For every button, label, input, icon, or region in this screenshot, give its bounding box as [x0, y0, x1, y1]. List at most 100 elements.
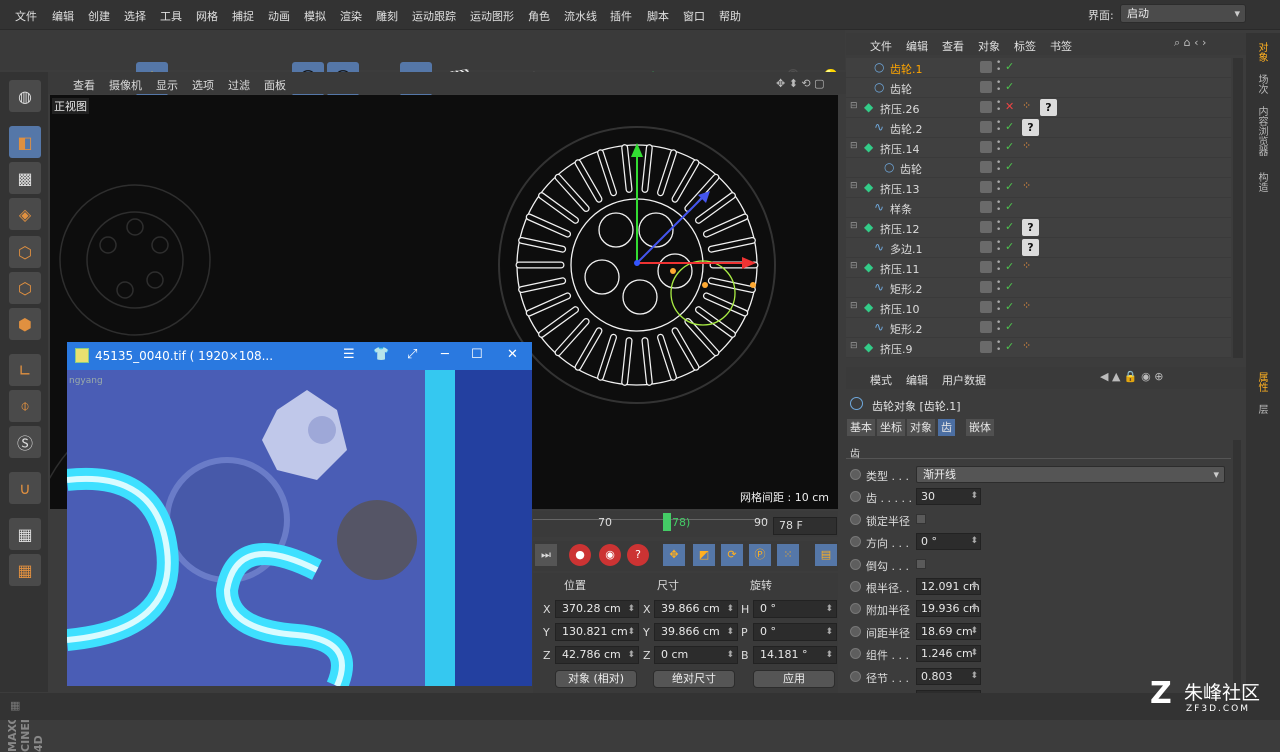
visibility-dots-icon[interactable]: • •	[996, 119, 1001, 135]
model-mode-icon[interactable]: ◧	[9, 126, 41, 158]
object-row[interactable]: ○ 齿轮 • • ✓	[846, 158, 1231, 178]
coord-mode-select[interactable]: 对象 (相对)	[555, 670, 637, 688]
image-window-titlebar[interactable]: 45135_0040.tif ( 1920×108... ☰ 👕 ⤢ ─ ☐ ✕	[67, 342, 532, 370]
object-name[interactable]: 挤压.11	[880, 261, 920, 277]
object-row[interactable]: ⊟ ◆ 挤压.13 • • ✓ ⁘	[846, 178, 1231, 198]
object-name[interactable]: 齿轮.2	[890, 121, 923, 137]
layer-box[interactable]	[980, 301, 992, 313]
menu-plugins[interactable]: 插件	[610, 8, 632, 24]
side-tab-structure[interactable]: 构造	[1254, 172, 1269, 192]
om-menu-file[interactable]: 文件	[870, 38, 892, 54]
tag-icon[interactable]: ⁘	[1022, 299, 1038, 315]
enabled-check-icon[interactable]: ✓	[1005, 160, 1014, 173]
key-parameter-icon[interactable]: Ⓟ	[749, 544, 771, 566]
polygons-mode-icon[interactable]: ⬢	[9, 308, 41, 340]
layer-box[interactable]	[980, 161, 992, 173]
animate-radio-icon[interactable]	[850, 648, 861, 660]
expand-icon[interactable]: ⊟	[850, 181, 858, 191]
layer-box[interactable]	[980, 241, 992, 253]
attr-nav-icon[interactable]: ◀ ▲ 🔒 ◉ ⊕	[1100, 370, 1163, 383]
tab-basic[interactable]: 基本	[847, 419, 875, 436]
visibility-dots-icon[interactable]: • •	[996, 259, 1001, 275]
object-name[interactable]: 挤压.26	[880, 101, 920, 117]
fullscreen-icon[interactable]: ⤢	[407, 347, 417, 362]
menu-simulate[interactable]: 模拟	[304, 8, 326, 24]
om-search-icon[interactable]: ⌕ ⌂ ‹ ›	[1174, 36, 1206, 50]
menu-tools[interactable]: 工具	[160, 8, 182, 24]
autokey-icon[interactable]: ◉	[599, 544, 621, 566]
size-z-field[interactable]: 0 cm	[654, 646, 738, 664]
tag-icon[interactable]: ⁘	[1022, 179, 1038, 195]
object-row[interactable]: ⊟ ◆ 挤压.10 • • ✓ ⁘	[846, 298, 1231, 318]
attribute-value-field[interactable]: 30	[916, 488, 981, 506]
rot-p-field[interactable]: 0 °	[753, 623, 837, 641]
unknown-tag-icon[interactable]: ?	[1022, 239, 1039, 256]
enabled-check-icon[interactable]: ✓	[1005, 80, 1014, 93]
animate-radio-icon[interactable]	[850, 558, 861, 570]
menu-icon[interactable]: ☰	[343, 347, 355, 362]
menu-create[interactable]: 创建	[88, 8, 110, 24]
attribute-value-field[interactable]: 18.69 cm	[916, 622, 981, 640]
tag-icon[interactable]: ⁘	[1022, 259, 1038, 275]
object-name[interactable]: 挤压.12	[880, 221, 920, 237]
attribute-value-field[interactable]: 12.091 cm	[916, 578, 981, 595]
object-row[interactable]: ⊟ ◆ 挤压.9 • • ✓ ⁘	[846, 338, 1231, 358]
tweak-mode-icon[interactable]: ⌽	[9, 390, 41, 422]
object-name[interactable]: 挤压.10	[880, 301, 920, 317]
maximize-icon[interactable]: ☐	[471, 347, 483, 362]
tab-embed[interactable]: 嵌体	[966, 419, 994, 436]
side-tab-content-browser[interactable]: 内容浏览器	[1254, 106, 1269, 156]
layer-box[interactable]	[980, 341, 992, 353]
vp-menu-panel[interactable]: 面板	[264, 77, 286, 93]
menu-sculpt[interactable]: 雕刻	[376, 8, 398, 24]
object-row[interactable]: ⊟ ◆ 挤压.26 • • ✕ ⁘?	[846, 98, 1231, 118]
menu-file[interactable]: 文件	[15, 8, 37, 24]
object-name[interactable]: 矩形.2	[890, 321, 923, 337]
menu-help[interactable]: 帮助	[719, 8, 741, 24]
enabled-check-icon[interactable]: ✓	[1005, 200, 1014, 213]
animate-radio-icon[interactable]	[850, 670, 861, 682]
enabled-check-icon[interactable]: ✓	[1005, 260, 1014, 273]
size-y-field[interactable]: 39.866 cm	[654, 623, 738, 641]
keyframe-selection-icon[interactable]: ?	[627, 544, 649, 566]
visibility-dots-icon[interactable]: • •	[996, 319, 1001, 335]
size-x-field[interactable]: 39.866 cm	[654, 600, 738, 618]
unknown-tag-icon[interactable]: ?	[1022, 119, 1039, 136]
object-row[interactable]: ⊟ ◆ 挤压.11 • • ✓ ⁘	[846, 258, 1231, 278]
object-row[interactable]: ○ 齿轮 • • ✓	[846, 78, 1231, 98]
menu-edit[interactable]: 编辑	[52, 8, 74, 24]
vp-menu-display[interactable]: 显示	[156, 77, 178, 93]
expand-icon[interactable]: ⊟	[850, 141, 858, 151]
enabled-check-icon[interactable]: ✓	[1005, 280, 1014, 293]
attribute-value-field[interactable]: 0.803	[916, 667, 981, 685]
visibility-dots-icon[interactable]: • •	[996, 79, 1001, 95]
enabled-check-icon[interactable]: ✓	[1005, 140, 1014, 153]
rot-b-field[interactable]: 14.181 °	[753, 646, 837, 664]
menu-window[interactable]: 窗口	[683, 8, 705, 24]
visibility-dots-icon[interactable]: • •	[996, 199, 1001, 215]
minimize-icon[interactable]: ─	[441, 347, 449, 362]
layer-box[interactable]	[980, 221, 992, 233]
workplane-icon[interactable]: ◈	[9, 198, 41, 230]
object-name[interactable]: 矩形.2	[890, 281, 923, 297]
object-name[interactable]: 齿轮	[890, 81, 912, 97]
texture-mode-icon[interactable]: ▩	[9, 162, 41, 194]
layer-box[interactable]	[980, 321, 992, 333]
object-name[interactable]: 样条	[890, 201, 912, 217]
object-name[interactable]: 挤压.9	[880, 341, 913, 357]
snap-icon[interactable]: Ⓢ	[9, 426, 41, 458]
om-menu-bookmarks[interactable]: 书签	[1050, 38, 1072, 54]
layer-box[interactable]	[980, 61, 992, 73]
key-position-icon[interactable]: ✥	[663, 544, 685, 566]
skin-icon[interactable]: 👕	[373, 347, 389, 362]
menu-pipeline[interactable]: 流水线	[564, 8, 597, 24]
image-viewer-window[interactable]: 45135_0040.tif ( 1920×108... ☰ 👕 ⤢ ─ ☐ ✕…	[67, 342, 532, 686]
object-name[interactable]: 挤压.13	[880, 181, 920, 197]
grid-icon[interactable]: ▦	[9, 554, 41, 586]
expand-icon[interactable]: ⊟	[850, 341, 858, 351]
vp-menu-camera[interactable]: 摄像机	[109, 77, 142, 93]
visibility-dots-icon[interactable]: • •	[996, 299, 1001, 315]
animate-radio-icon[interactable]	[850, 603, 861, 615]
type-dropdown[interactable]: 渐开线	[916, 466, 1225, 483]
object-name[interactable]: 多边.1	[890, 241, 923, 257]
